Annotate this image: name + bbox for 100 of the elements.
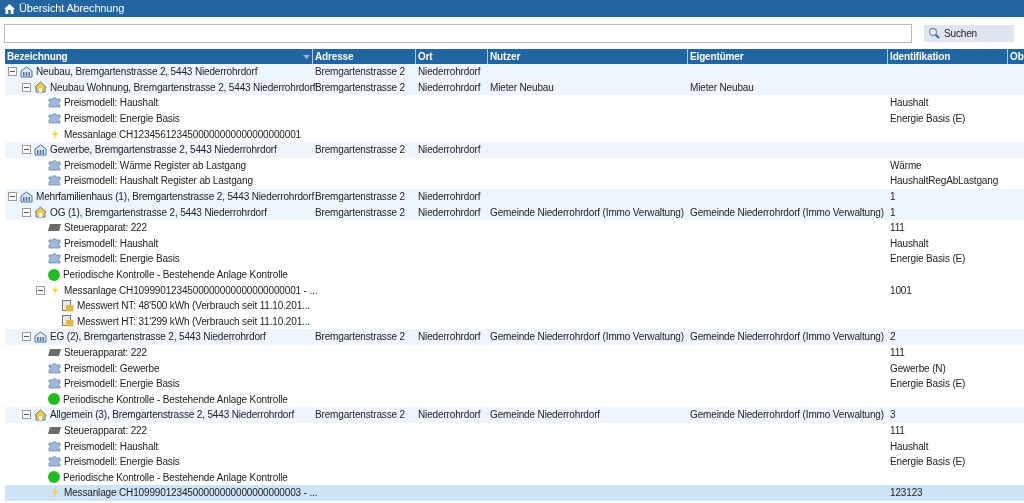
row-label: Gewerbe, Bremgartenstrasse 2, 5443 Niederrohrdorf <box>50 143 277 158</box>
owner-cell-text: Mieter Neubau <box>690 80 754 95</box>
row-label: Steuerapparat: 222 <box>64 423 147 438</box>
user-cell-text: Gemeinde Niederrohrdorf (Immo Verwaltung) <box>490 330 684 345</box>
place-cell-text: Niederrohrdorf <box>418 205 481 220</box>
row-label: Preismodell: Haushalt <box>64 236 159 251</box>
address-cell-text: Bremgartenstrasse 2 <box>315 143 405 158</box>
document-icon <box>62 299 74 312</box>
collapse-icon[interactable] <box>22 207 31 217</box>
collapse-icon[interactable] <box>36 285 45 295</box>
row-label: Messanlage CH1099901234500000000000000000001 - ... <box>64 283 318 298</box>
puzzle-icon <box>48 253 61 265</box>
id-cell-text: 1 <box>890 190 896 205</box>
row-label: Allgemein (3), Bremgartenstrasse 2, 5443 Niederrohrdorf <box>50 408 295 423</box>
row-label: Preismodell: Haushalt <box>64 439 159 454</box>
id-cell-text: Haushalt <box>890 236 929 251</box>
house-icon <box>34 408 47 421</box>
document-icon <box>62 315 74 328</box>
id-cell-text: 123123 <box>890 486 923 501</box>
collapse-icon[interactable] <box>22 82 31 92</box>
puzzle-icon <box>48 378 61 390</box>
user-cell-text: Gemeinde Niederrohrdorf (Immo Verwaltung) <box>490 205 684 220</box>
id-cell-text: 3 <box>890 408 896 423</box>
address-cell-text: Bremgartenstrasse 2 <box>315 205 405 220</box>
address-cell-text: Bremgartenstrasse 2 <box>315 330 405 345</box>
lightning-icon <box>50 487 59 499</box>
place-cell-text: Niederrohrdorf <box>418 80 481 95</box>
place-cell-text: Niederrohrdorf <box>418 65 481 80</box>
row-label: Preismodell: Gewerbe <box>64 361 160 376</box>
collapse-icon[interactable] <box>8 192 17 202</box>
row-label: Neubau, Bremgartenstrasse 2, 5443 Niederrohrdorf <box>36 65 258 80</box>
search-icon <box>928 27 940 39</box>
building-icon <box>20 190 33 203</box>
collapse-icon[interactable] <box>22 145 31 155</box>
row-label: Messwert HT: 31'299 kWh (Verbrauch seit 11.10.201... <box>77 314 310 329</box>
puzzle-icon <box>48 440 61 452</box>
row-label: Preismodell: Energie Basis <box>64 252 180 267</box>
user-cell-text: Gemeinde Niederrohrdorf <box>490 408 600 423</box>
house-icon <box>34 206 47 219</box>
row-label: Mehrfamilienhaus (1), Bremgartenstrasse 2, 5443 Niederrohrdorf <box>36 190 315 205</box>
home-icon <box>4 3 15 14</box>
user-cell-text: Mieter Neubau <box>490 80 554 95</box>
id-cell-text: Haushalt <box>890 96 929 111</box>
row-label: Periodische Kontrolle - Bestehende Anlage Kontrolle <box>63 268 288 282</box>
puzzle-icon <box>48 362 61 374</box>
id-cell-text: Energie Basis (E) <box>890 252 966 267</box>
tree-row[interactable]: EG (2), Bremgartenstrasse 2, 5443 Niederrohrdorf Bremgartenstrasse 2 Niederrohrdorf Gemeinde Niederrohrdorf (Immo Verwaltung) Gemeinde Niederrohrdorf (Immo Verwaltung) 2 <box>5 329 1024 345</box>
id-cell-text: 2 <box>890 330 896 345</box>
id-cell-text: Haushalt <box>890 439 929 454</box>
puzzle-icon <box>48 175 61 187</box>
row-label: Neubau Wohnung, Bremgartenstrasse 2, 5443 Niederrohrdorf <box>50 80 316 95</box>
device-icon <box>48 224 61 232</box>
collapse-icon[interactable] <box>8 67 17 77</box>
row-label: EG (2), Bremgartenstrasse 2, 5443 Niederrohrdorf <box>50 330 266 345</box>
row-label: Preismodell: Wärme Register ab Lastgang <box>64 158 246 173</box>
address-cell-text: Bremgartenstrasse 2 <box>315 190 405 205</box>
address-cell-text: Bremgartenstrasse 2 <box>315 65 405 80</box>
id-cell-text: 111 <box>890 423 905 438</box>
search-button[interactable]: Suchen <box>924 24 1014 42</box>
row-label: Preismodell: Haushalt Register ab Lastgang <box>64 174 253 189</box>
row-label: Messanlage CH1234561234500000000000000000001 <box>64 127 301 142</box>
id-cell-text: Energie Basis (E) <box>890 455 966 470</box>
puzzle-icon <box>48 456 61 468</box>
house-icon <box>34 81 47 94</box>
owner-cell-text: Gemeinde Niederrohrdorf (Immo Verwaltung) <box>690 205 884 220</box>
tree-row[interactable]: Neubau, Bremgartenstrasse 2, 5443 Niederrohrdorf Bremgartenstrasse 2 Niederrohrdorf <box>5 64 1024 80</box>
id-cell-text: 1 <box>890 205 896 220</box>
collapse-icon[interactable] <box>22 332 31 342</box>
address-cell-text: Bremgartenstrasse 2 <box>315 80 405 95</box>
row-label: Steuerapparat: 222 <box>64 346 147 360</box>
puzzle-icon <box>48 237 61 249</box>
owner-cell-text: Gemeinde Niederrohrdorf (Immo Verwaltung) <box>690 330 884 345</box>
place-cell-text: Niederrohrdorf <box>418 408 481 423</box>
row-label: Steuerapparat: 222 <box>64 221 147 236</box>
puzzle-icon <box>48 113 61 125</box>
place-cell-text: Niederrohrdorf <box>418 330 481 345</box>
id-cell-text: Energie Basis (E) <box>890 377 966 392</box>
building-icon <box>20 65 33 78</box>
row-label: Periodische Kontrolle - Bestehende Anlage Kontrolle <box>63 392 288 407</box>
tree-row[interactable]: OG (1), Bremgartenstrasse 2, 5443 Niederrohrdorf Bremgartenstrasse 2 Niederrohrdorf Gemeinde Niederrohrdorf (Immo Verwaltung) Gemeinde Niederrohrdorf (Immo Verwaltung) 1 <box>5 204 1024 220</box>
row-label: Messanlage CH1099901234500000000000000000003 - ... <box>64 486 318 501</box>
id-cell-text: 111 <box>890 221 905 236</box>
address-cell-text: Bremgartenstrasse 2 <box>315 408 405 423</box>
row-label: OG (1), Bremgartenstrasse 2, 5443 Niederrohrdorf <box>50 205 267 220</box>
id-cell-text: 1001 <box>890 283 912 298</box>
puzzle-icon <box>48 159 61 171</box>
row-label: Preismodell: Energie Basis <box>64 112 180 127</box>
row-label: Preismodell: Haushalt <box>64 96 159 111</box>
row-label: Messwert NT: 48'500 kWh (Verbrauch seit 11.10.201... <box>77 299 310 314</box>
search-field[interactable] <box>4 23 912 43</box>
id-cell-text: Energie Basis (E) <box>890 112 966 127</box>
place-cell-text: Niederrohrdorf <box>418 143 481 158</box>
tree-row[interactable]: Messanlage CH1099901234500000000000000000003 - ... 123123 <box>5 485 1024 501</box>
tree-row[interactable]: Allgemein (3), Bremgartenstrasse 2, 5443 Niederrohrdorf Bremgartenstrasse 2 Niederrohrdorf Gemeinde Niederrohrdorf Gemeinde Niederrohrdorf (Immo Verwaltung) 3 <box>5 407 1024 423</box>
lightning-icon <box>50 284 59 296</box>
lightning-icon <box>50 128 59 140</box>
row-label: Preismodell: Energie Basis <box>64 455 180 470</box>
row-label: Preismodell: Energie Basis <box>64 377 180 392</box>
id-cell-text: HaushaltRegAbLastgang <box>890 174 999 189</box>
collapse-icon[interactable] <box>22 410 31 420</box>
